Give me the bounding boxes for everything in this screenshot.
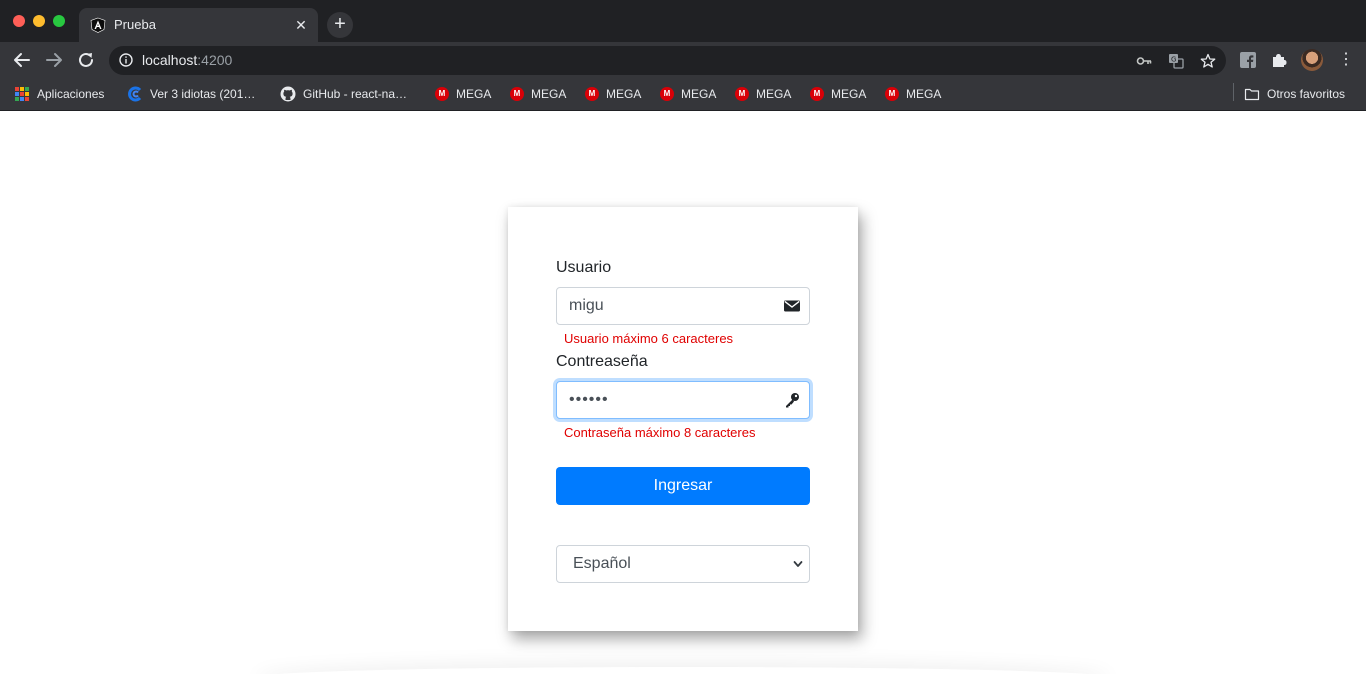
profile-avatar[interactable] xyxy=(1301,49,1323,71)
bookmark-label: MEGA xyxy=(756,87,792,101)
bookmark-mega-4[interactable]: M MEGA xyxy=(660,85,716,103)
bookmarks-divider xyxy=(1233,83,1234,101)
url-port: :4200 xyxy=(197,52,233,68)
mega-icon: M xyxy=(435,87,449,101)
facebook-extension-icon[interactable] xyxy=(1240,52,1256,68)
language-selected-value: Español xyxy=(573,555,631,572)
site-icon xyxy=(128,86,142,102)
tab-strip: Prueba ✕ + xyxy=(0,0,1366,42)
url-text: localhost:4200 xyxy=(142,52,232,68)
bookmark-label: GitHub - react-na… xyxy=(303,87,408,101)
forward-arrow-icon[interactable] xyxy=(44,50,64,70)
password-input[interactable] xyxy=(569,382,769,418)
address-bar[interactable]: localhost:4200 G xyxy=(109,46,1226,75)
minimize-window-button[interactable] xyxy=(33,15,45,27)
url-host: localhost xyxy=(142,52,198,68)
browser-tab-active[interactable]: Prueba ✕ xyxy=(79,8,318,42)
language-select[interactable]: Español xyxy=(556,545,810,583)
bookmark-label: MEGA xyxy=(831,87,867,101)
login-submit-button[interactable]: Ingresar xyxy=(556,467,810,505)
username-input[interactable] xyxy=(569,288,769,324)
bookmark-label: MEGA xyxy=(906,87,942,101)
bookmark-label: Ver 3 idiotas (201… xyxy=(150,87,256,101)
close-window-button[interactable] xyxy=(13,15,25,27)
bookmark-apps[interactable]: Aplicaciones xyxy=(14,85,104,103)
chevron-down-icon xyxy=(793,561,803,567)
folder-icon xyxy=(1244,88,1260,101)
password-label: Contreaseña xyxy=(556,353,648,370)
more-options-icon[interactable]: ⋮ xyxy=(1338,50,1354,70)
bookmark-mega-5[interactable]: M MEGA xyxy=(735,85,791,103)
reload-icon[interactable] xyxy=(76,50,96,70)
username-error: Usuario máximo 6 caracteres xyxy=(564,331,734,346)
mega-icon: M xyxy=(810,87,824,101)
tab-title: Prueba xyxy=(114,17,156,32)
bookmark-mega-3[interactable]: M MEGA xyxy=(585,85,641,103)
translate-icon[interactable]: G xyxy=(1168,53,1184,69)
login-card: Usuario Usuario máximo 6 caracteres Cont… xyxy=(508,207,858,631)
bookmark-star-icon[interactable] xyxy=(1200,53,1216,69)
bookmark-mega-7[interactable]: M MEGA xyxy=(885,85,941,103)
other-bookmarks-folder[interactable]: Otros favoritos xyxy=(1244,85,1345,103)
browser-toolbar: localhost:4200 G ⋮ xyxy=(0,42,1366,78)
bookmark-mega-6[interactable]: M MEGA xyxy=(810,85,866,103)
bookmark-label: Aplicaciones xyxy=(37,87,105,101)
mega-icon: M xyxy=(885,87,899,101)
extensions-puzzle-icon[interactable] xyxy=(1271,52,1287,68)
other-bookmarks-label: Otros favoritos xyxy=(1267,87,1346,101)
bookmark-label: MEGA xyxy=(456,87,492,101)
mega-icon: M xyxy=(585,87,599,101)
page-content: Usuario Usuario máximo 6 caracteres Cont… xyxy=(0,111,1366,674)
bookmark-label: MEGA xyxy=(681,87,717,101)
mega-icon: M xyxy=(735,87,749,101)
key-icon xyxy=(786,393,799,408)
mega-icon: M xyxy=(660,87,674,101)
bookmark-mega-1[interactable]: M MEGA xyxy=(435,85,491,103)
angular-icon xyxy=(90,17,106,33)
bookmark-github[interactable]: GitHub - react-na… xyxy=(280,85,407,103)
password-field[interactable] xyxy=(556,381,810,419)
username-field[interactable] xyxy=(556,287,810,325)
bookmark-label: MEGA xyxy=(606,87,642,101)
key-icon[interactable] xyxy=(1136,53,1152,69)
bookmark-label: MEGA xyxy=(531,87,567,101)
mega-icon: M xyxy=(510,87,524,101)
envelope-icon xyxy=(784,300,800,312)
maximize-window-button[interactable] xyxy=(53,15,65,27)
svg-text:G: G xyxy=(1171,56,1176,64)
page-bottom-shadow xyxy=(260,667,1106,674)
apps-grid-icon xyxy=(15,87,29,101)
close-tab-icon[interactable]: ✕ xyxy=(292,16,310,34)
username-label: Usuario xyxy=(556,259,612,276)
bookmark-ver-3-idiotas[interactable]: Ver 3 idiotas (201… xyxy=(127,85,255,103)
back-arrow-icon[interactable] xyxy=(12,50,32,70)
password-error: Contraseña máximo 8 caracteres xyxy=(564,425,756,440)
bookmark-mega-2[interactable]: M MEGA xyxy=(510,85,566,103)
bookmarks-bar: Aplicaciones Ver 3 idiotas (201… GitHub … xyxy=(0,78,1366,111)
info-icon[interactable] xyxy=(119,53,133,67)
new-tab-button[interactable]: + xyxy=(327,12,353,38)
github-icon xyxy=(280,86,296,102)
